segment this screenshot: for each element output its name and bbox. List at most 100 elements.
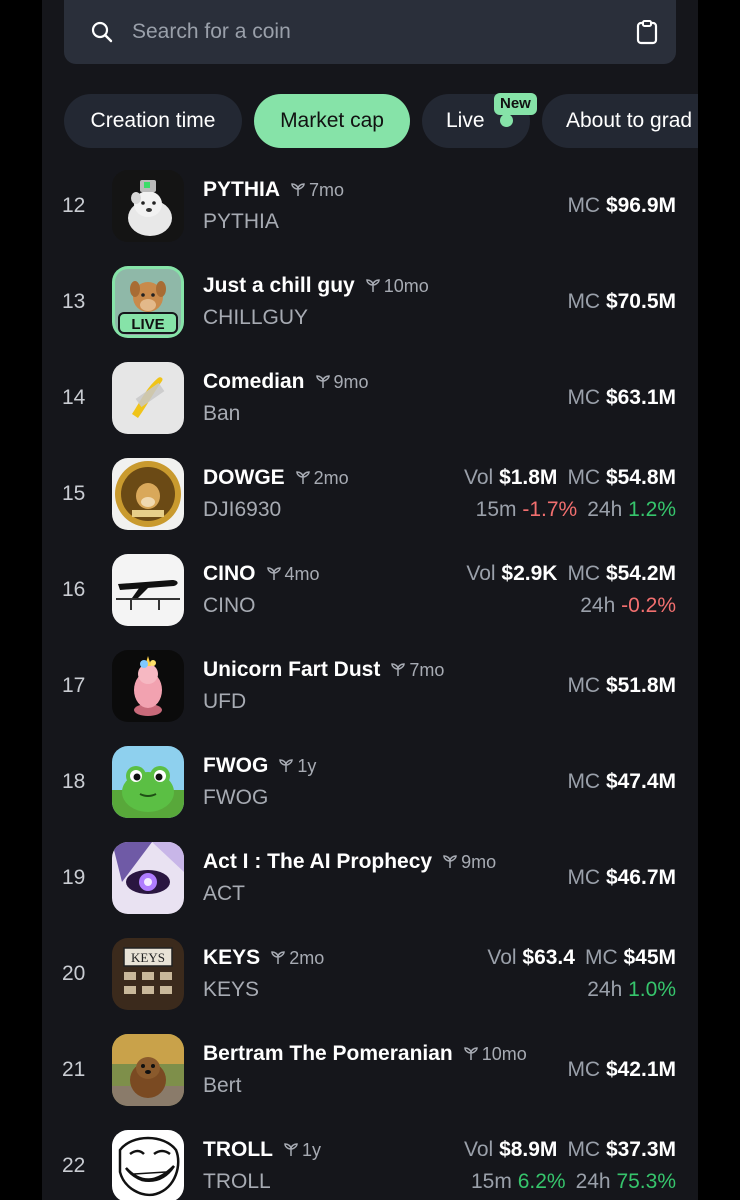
tab-live[interactable]: Live New xyxy=(422,93,537,148)
change-24h-label: 24h xyxy=(587,978,623,1001)
coin-avatar xyxy=(112,1034,184,1106)
search-input[interactable] xyxy=(132,18,612,46)
coin-stats: Vol $8.9M MC $37.3M 15m 6.2% 24h 75.3% xyxy=(464,1138,676,1194)
sprout-icon xyxy=(463,1047,478,1060)
coin-name-text: PYTHIA xyxy=(203,178,281,201)
coin-row[interactable]: 21 Bertram The Pomeranian 10mo Bert MC $4… xyxy=(42,1034,698,1130)
mc-label: MC xyxy=(584,946,618,969)
frog-image-icon xyxy=(112,746,184,818)
banana-image-icon xyxy=(112,362,184,434)
coin-row[interactable]: 13 LIVE Just a chill guy 10mo CHILLGUY MC… xyxy=(42,266,698,362)
vol-value: $8.9M xyxy=(499,1138,558,1161)
coin-rank: 13 xyxy=(62,290,86,313)
coin-avatar xyxy=(112,554,184,626)
mc-value: $46.7M xyxy=(605,866,676,889)
gold-coin-image-icon xyxy=(112,458,184,530)
sprout-icon xyxy=(391,663,406,676)
coin-stats: Vol $1.8M MC $54.8M 15m -1.7% 24h 1.2% xyxy=(464,466,676,522)
coin-name: Bertram The Pomeranian 10mo xyxy=(203,1042,527,1066)
search-icon xyxy=(91,21,113,43)
vol-label: Vol xyxy=(464,466,494,489)
coin-name: KEYS 2mo xyxy=(203,946,324,970)
coin-stats: Vol $63.4 MC $45M 24h 1.0% xyxy=(487,946,676,1002)
mc-label: MC xyxy=(567,1138,601,1161)
sprout-icon xyxy=(295,471,310,484)
keypad-image-icon: KEYS xyxy=(112,938,184,1010)
mc-value: $47.4M xyxy=(605,770,676,793)
change-15m-value: -1.7% xyxy=(522,498,578,521)
coin-rank: 12 xyxy=(62,194,86,217)
coin-age-text: 2mo xyxy=(313,468,349,488)
coin-name-text: FWOG xyxy=(203,754,269,777)
sprout-icon xyxy=(271,951,285,964)
tab-about-to-graduate[interactable]: About to grad xyxy=(542,94,698,148)
coin-ticker: UFD xyxy=(203,690,247,713)
coin-name: PYTHIA 7mo xyxy=(203,178,344,202)
unicorn-image-icon xyxy=(112,650,184,722)
mc-value: $54.2M xyxy=(605,562,676,585)
vol-label: Vol xyxy=(466,562,496,585)
mc-value: $42.1M xyxy=(605,1058,676,1081)
coin-rank: 16 xyxy=(62,578,86,601)
coin-name: Unicorn Fart Dust 7mo xyxy=(203,658,444,682)
coin-row[interactable]: 16 CINO 4mo CINO Vol $2.9K MC $54.2M 24h… xyxy=(42,554,698,650)
coin-row[interactable]: 15 DOWGE 2mo DJI6930 Vol $1.8M MC $54.8M xyxy=(42,458,698,554)
coin-name: Comedian 9mo xyxy=(203,370,369,394)
coin-age: 10mo xyxy=(365,276,429,296)
clipboard-icon[interactable] xyxy=(636,19,658,45)
coin-row[interactable]: 19 Act I : The AI Prophecy 9mo ACT MC $46… xyxy=(42,842,698,938)
live-tag: LIVE xyxy=(118,312,178,334)
tab-creation-time[interactable]: Creation time xyxy=(64,94,242,148)
coin-row[interactable]: 18 FWOG 1y FWOG MC $47.4M xyxy=(42,746,698,842)
coin-avatar xyxy=(112,650,184,722)
coin-row[interactable]: 17 Unicorn Fart Dust 7mo UFD MC $51.8M xyxy=(42,650,698,746)
mc-label: MC xyxy=(567,466,601,489)
coin-stats: MC $47.4M xyxy=(567,770,676,794)
coin-name-text: Just a chill guy xyxy=(203,274,355,297)
anime-eye-image-icon xyxy=(112,842,184,914)
coin-name: DOWGE 2mo xyxy=(203,466,349,490)
change-24h-value: 1.2% xyxy=(628,498,676,521)
sprout-icon xyxy=(365,279,380,292)
coin-stats: MC $63.1M xyxy=(567,386,676,410)
coin-name-text: KEYS xyxy=(203,946,261,969)
coin-age-text: 10mo xyxy=(383,276,429,296)
coin-stats: Vol $2.9K MC $54.2M 24h -0.2% xyxy=(466,562,676,618)
coin-row[interactable]: 12 PYTHIA 7mo PYTHIA MC $96.9M xyxy=(42,170,698,266)
coin-name-text: Bertram The Pomeranian xyxy=(203,1042,453,1065)
coin-ticker: TROLL xyxy=(203,1170,271,1193)
change-24h-value: 75.3% xyxy=(616,1170,676,1193)
filter-tabs: Creation time Market cap Live New About … xyxy=(64,93,698,148)
coin-name-text: Unicorn Fart Dust xyxy=(203,658,381,681)
coin-age: 1y xyxy=(283,1140,321,1160)
coin-rank: 19 xyxy=(62,866,86,889)
coin-name-text: Comedian xyxy=(203,370,305,393)
mc-value: $45M xyxy=(623,946,676,969)
coin-name: TROLL 1y xyxy=(203,1138,321,1162)
coin-name: Act I : The AI Prophecy 9mo xyxy=(203,850,496,874)
coin-rank: 18 xyxy=(62,770,86,793)
mc-label: MC xyxy=(567,290,601,313)
live-dot-icon xyxy=(500,114,513,127)
search-bar[interactable] xyxy=(64,0,676,64)
sprout-icon xyxy=(279,759,294,772)
tab-market-cap[interactable]: Market cap xyxy=(254,94,410,148)
coin-rank: 20 xyxy=(62,962,86,985)
coin-ticker: KEYS xyxy=(203,978,260,1001)
coin-avatar xyxy=(112,746,184,818)
coin-stats: MC $96.9M xyxy=(567,194,676,218)
coin-age-text: 9mo xyxy=(461,852,497,872)
airplane-image-icon xyxy=(112,554,184,626)
coin-avatar: KEYS xyxy=(112,938,184,1010)
coin-age-text: 2mo xyxy=(289,948,325,968)
mc-value: $63.1M xyxy=(605,386,676,409)
mc-label: MC xyxy=(567,194,601,217)
coin-row[interactable]: 14 Comedian 9mo Ban MC $63.1M xyxy=(42,362,698,458)
coin-row[interactable]: 20 KEYS KEYS 2mo KEYS Vol $63.4 MC $45M … xyxy=(42,938,698,1034)
coin-age: 2mo xyxy=(295,468,349,488)
coin-age: 4mo xyxy=(266,564,320,584)
coin-age-text: 7mo xyxy=(409,660,445,680)
keys-image-text: KEYS xyxy=(131,950,165,965)
change-24h-label: 24h xyxy=(575,1170,611,1193)
coin-row[interactable]: 22 TROLL 1y TROLL Vol $8.9M MC $37.3M 15… xyxy=(42,1130,698,1200)
